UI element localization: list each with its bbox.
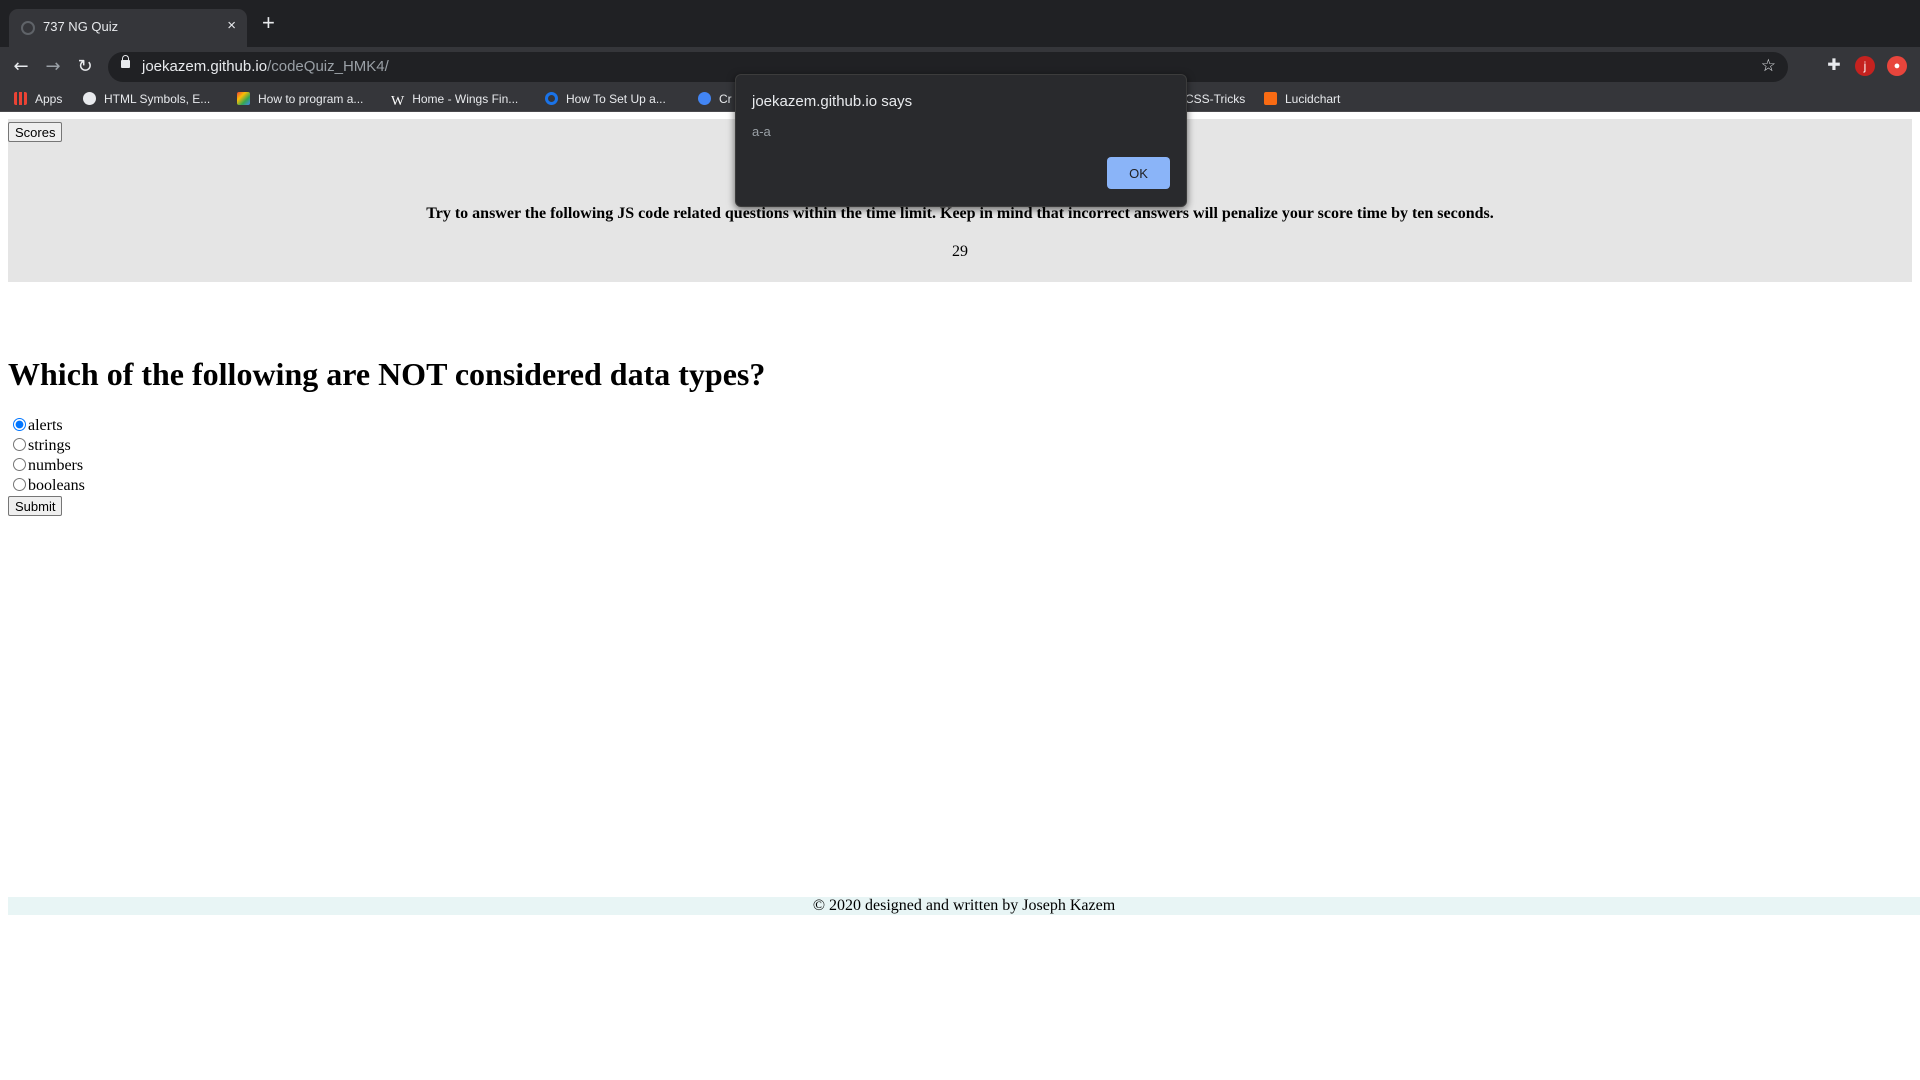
- answer-radio-alerts[interactable]: [13, 418, 26, 431]
- apps-grid-icon: [14, 92, 27, 105]
- ok-button[interactable]: OK: [1107, 157, 1170, 189]
- wikipedia-w-icon: W: [391, 94, 405, 109]
- new-tab-icon[interactable]: +: [262, 12, 275, 34]
- answer-option: booleans: [8, 476, 85, 496]
- answer-radio-strings[interactable]: [13, 438, 26, 451]
- profile-avatar[interactable]: j: [1855, 56, 1875, 76]
- alert-dialog: joekazem.github.io says a-a OK: [735, 74, 1187, 207]
- bookmark-lucidchart[interactable]: Lucidchart: [1264, 91, 1340, 107]
- bookmark-css-tricks[interactable]: CSS-Tricks: [1185, 91, 1245, 107]
- answer-label: alerts: [28, 417, 63, 434]
- forward-arrow-icon[interactable]: →: [42, 56, 64, 78]
- lock-icon: [121, 55, 130, 68]
- answer-label: booleans: [28, 477, 85, 494]
- answer-radio-numbers[interactable]: [13, 458, 26, 471]
- footer: © 2020 designed and written by Joseph Ka…: [8, 897, 1920, 915]
- bookmark-html-symbols[interactable]: HTML Symbols, E...: [83, 91, 210, 107]
- answer-label: strings: [28, 437, 71, 454]
- globe-icon: [83, 92, 96, 105]
- tab-strip: 737 NG Quiz × +: [0, 0, 1920, 47]
- bookmark-wings-fin[interactable]: W Home - Wings Fin...: [391, 91, 518, 109]
- submit-button[interactable]: Submit: [8, 496, 63, 516]
- browser-tab[interactable]: 737 NG Quiz ×: [9, 9, 247, 47]
- url-text: joekazem.github.io/codeQuiz_HMK4/: [142, 58, 389, 75]
- dialog-message: a-a: [752, 124, 771, 139]
- bookmark-how-to-program[interactable]: How to program a...: [237, 91, 363, 107]
- question-text: Which of the following are NOT considere…: [8, 356, 766, 392]
- chrome-c-icon: [698, 92, 711, 105]
- answer-radio-booleans[interactable]: [13, 478, 26, 491]
- dialog-title: joekazem.github.io says: [752, 93, 913, 110]
- bookmark-how-to-set-up[interactable]: How To Set Up a...: [545, 91, 666, 107]
- reload-icon[interactable]: ↻: [74, 56, 96, 78]
- answer-options: alerts strings numbers booleans: [8, 416, 85, 496]
- loading-favicon-icon: [21, 21, 35, 35]
- answer-option: alerts: [8, 416, 85, 436]
- tab-title: 737 NG Quiz: [43, 19, 119, 34]
- answer-label: numbers: [28, 457, 84, 474]
- extensions-puzzle-icon[interactable]: ✚: [1824, 56, 1844, 76]
- digitalocean-icon: [545, 92, 558, 105]
- back-arrow-icon[interactable]: ←: [10, 56, 32, 78]
- colorful-grid-icon: [237, 92, 250, 105]
- scores-button[interactable]: Scores: [8, 122, 63, 142]
- answer-option: strings: [8, 436, 85, 456]
- answer-option: numbers: [8, 456, 85, 476]
- bookmark-apps[interactable]: Apps: [14, 91, 62, 107]
- extension-icon[interactable]: ●: [1887, 56, 1907, 76]
- lucidchart-icon: [1264, 92, 1277, 105]
- instructions-text: Try to answer the following JS code rela…: [426, 205, 1494, 222]
- timer-value: 29: [952, 243, 968, 260]
- tab-close-icon[interactable]: ×: [227, 17, 236, 34]
- bookmark-cr[interactable]: Cr: [698, 91, 732, 107]
- page-content: Welcome to the 737 NG Quiz Try to answer…: [0, 112, 1920, 1080]
- bookmark-star-icon[interactable]: ☆: [1761, 56, 1776, 76]
